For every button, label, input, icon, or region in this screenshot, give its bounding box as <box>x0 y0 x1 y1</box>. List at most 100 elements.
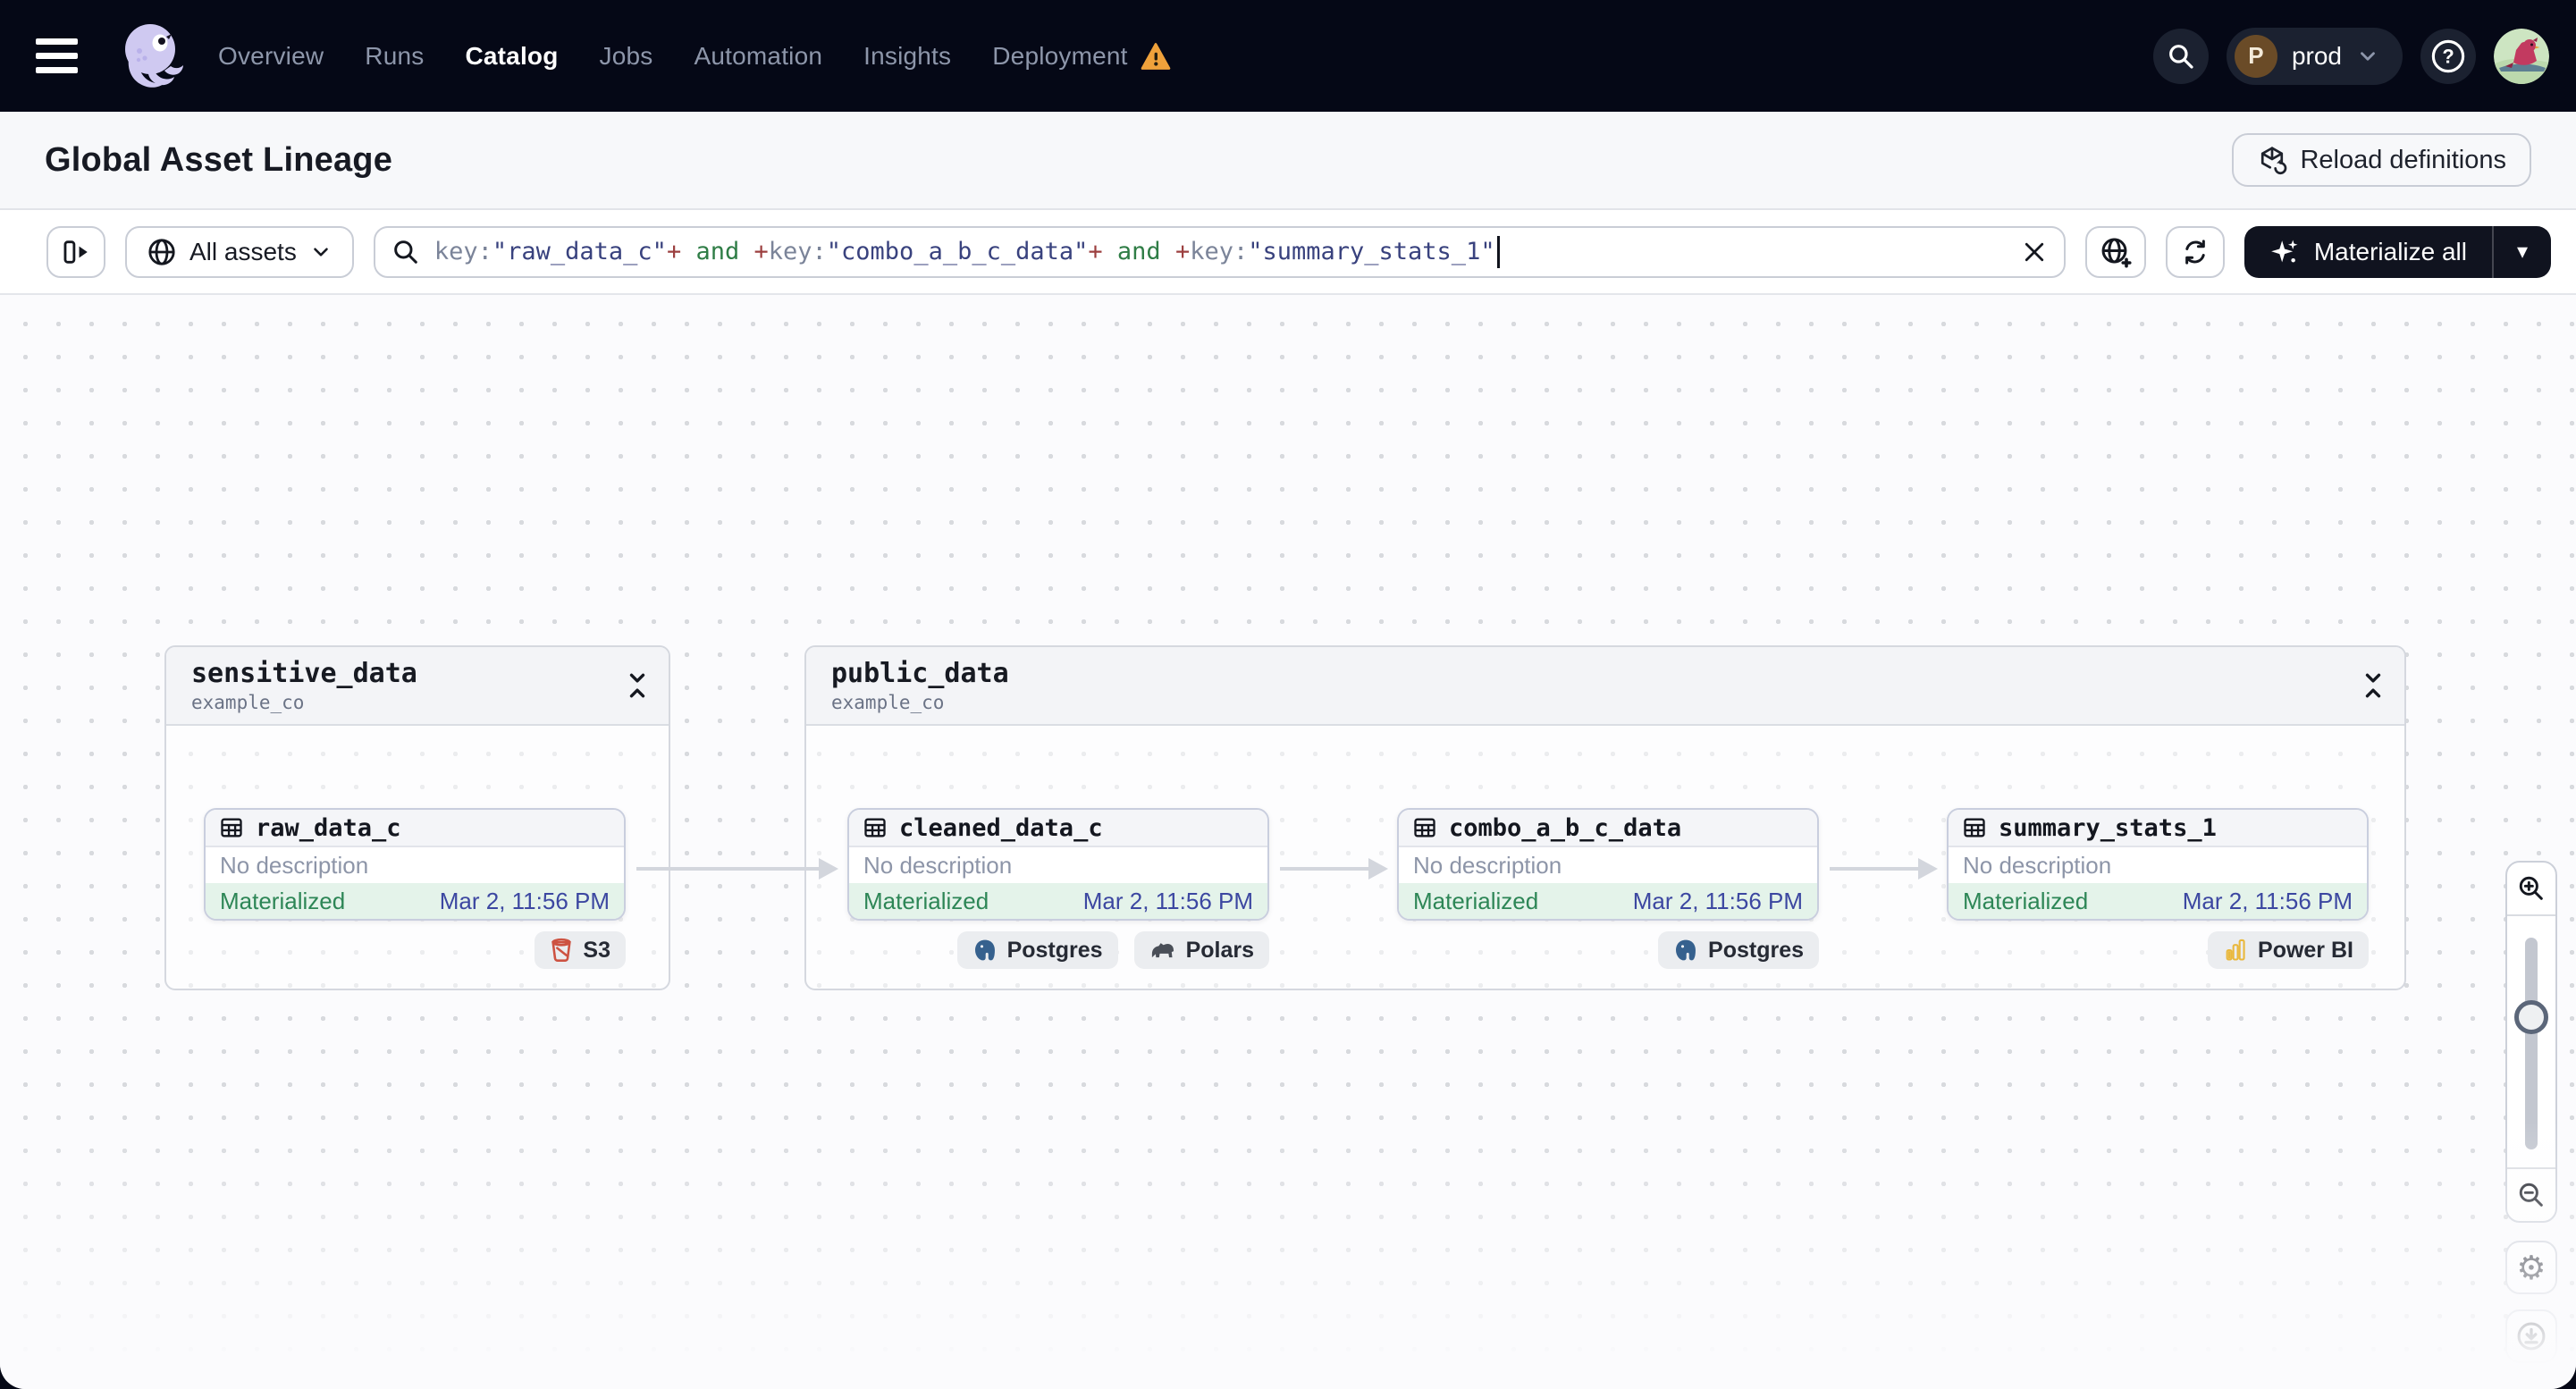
nav-item-automation[interactable]: Automation <box>695 42 823 71</box>
reload-definitions-button[interactable]: Reload definitions <box>2232 133 2531 187</box>
clear-query-button[interactable] <box>2021 239 2048 265</box>
asset-name: combo_a_b_c_data <box>1449 813 1682 842</box>
group-repo-label: example_co <box>831 692 945 713</box>
asset-name: cleaned_data_c <box>899 813 1103 842</box>
tag-label: Power BI <box>2258 937 2353 963</box>
lineage-edge <box>1280 858 1388 880</box>
query-token: + <box>666 238 682 265</box>
asset-scope-dropdown[interactable]: All assets <box>125 225 354 278</box>
query-token: + <box>753 238 769 265</box>
zoom-slider-handle[interactable] <box>2514 1000 2548 1034</box>
asset-node-combo-a-b-c-data[interactable]: combo_a_b_c_data No description Material… <box>1397 808 1819 921</box>
asset-node-header: summary_stats_1 <box>1949 810 2367 847</box>
group-header[interactable]: sensitive_data example_co <box>166 647 669 726</box>
table-icon <box>864 818 886 838</box>
asset-description: No description <box>1949 847 2367 883</box>
tag-postgres[interactable]: Postgres <box>956 931 1118 969</box>
text-cursor <box>1496 235 1500 268</box>
tag-label: Polars <box>1185 937 1254 963</box>
asset-scope-label: All assets <box>189 237 297 265</box>
zoom-in-button[interactable] <box>2507 863 2555 916</box>
zoom-slider-track[interactable] <box>2525 938 2538 1149</box>
download-image-button[interactable] <box>2505 1309 2557 1363</box>
tag-polars[interactable]: Polars <box>1133 931 1269 969</box>
gear-icon: ⚙ <box>2516 1248 2547 1287</box>
tag-label: Postgres <box>1708 937 1804 963</box>
materialization-timestamp[interactable]: Mar 2, 11:56 PM <box>1633 888 1803 915</box>
asset-selection-input[interactable]: key: "raw_data_c" + and + key: "combo_a_b_c_… <box>373 225 2066 278</box>
asset-status-row: Materialized Mar 2, 11:56 PM <box>206 883 624 919</box>
help-icon: ? <box>2431 39 2465 72</box>
query-token: key: <box>434 238 492 265</box>
page-title: Global Asset Lineage <box>45 140 393 179</box>
materialization-timestamp[interactable]: Mar 2, 11:56 PM <box>440 888 610 915</box>
asset-node-cleaned-data-c[interactable]: cleaned_data_c No description Materializ… <box>847 808 1269 921</box>
asset-tags-summary-stats-1: Power BI <box>1947 931 2369 969</box>
materialization-timestamp[interactable]: Mar 2, 11:56 PM <box>1083 888 1253 915</box>
download-icon <box>2517 1322 2546 1351</box>
zoom-out-button[interactable] <box>2507 1167 2555 1221</box>
materialize-all-button[interactable]: Materialize all <box>2244 226 2492 278</box>
environment-switcher[interactable]: P prod <box>2226 27 2403 85</box>
asset-name: raw_data_c <box>256 813 401 842</box>
nav-item-deployment[interactable]: Deployment <box>992 42 1170 71</box>
materialize-all-split-button: Materialize all ▾ <box>2243 225 2551 278</box>
asset-tags-combo-a-b-c-data: Postgres <box>1397 931 1819 969</box>
help-button[interactable]: ? <box>2420 28 2476 84</box>
globe-plus-icon <box>2101 238 2132 268</box>
page-header: Global Asset Lineage Reload definitions <box>0 112 2576 210</box>
nav-item-runs[interactable]: Runs <box>365 42 424 71</box>
asset-node-raw-data-c[interactable]: raw_data_c No description Materialized M… <box>204 808 626 921</box>
materialize-all-label: Materialize all <box>2313 237 2467 265</box>
lineage-edge <box>636 858 838 880</box>
asset-status-row: Materialized Mar 2, 11:56 PM <box>1399 883 1817 919</box>
user-avatar[interactable] <box>2494 28 2549 84</box>
asset-description: No description <box>1399 847 1817 883</box>
zoom-slider[interactable] <box>2507 916 2555 1167</box>
tag-power-bi[interactable]: Power BI <box>2208 931 2369 969</box>
materialization-timestamp[interactable]: Mar 2, 11:56 PM <box>2183 888 2353 915</box>
asset-node-header: raw_data_c <box>206 810 624 847</box>
reload-cube-icon <box>2261 147 2287 175</box>
nav-item-jobs[interactable]: Jobs <box>600 42 653 71</box>
tag-s3[interactable]: S3 <box>535 931 626 969</box>
refresh-icon <box>2185 239 2205 265</box>
nav-item-insights[interactable]: Insights <box>863 42 951 71</box>
reload-definitions-label: Reload definitions <box>2300 145 2506 174</box>
group-repo-label: example_co <box>191 692 305 713</box>
asset-status-row: Materialized Mar 2, 11:56 PM <box>849 883 1267 919</box>
svg-text:?: ? <box>2442 45 2454 67</box>
refresh-button[interactable] <box>2165 225 2225 278</box>
lineage-canvas[interactable]: sensitive_data example_co public_data ex… <box>0 295 2576 1389</box>
tag-postgres[interactable]: Postgres <box>1658 931 1819 969</box>
materialize-options-caret[interactable]: ▾ <box>2494 226 2551 278</box>
postgres-icon <box>974 939 995 961</box>
group-header[interactable]: public_data example_co <box>806 647 2404 726</box>
graph-settings-button[interactable]: ⚙ <box>2505 1241 2557 1294</box>
asset-tags-raw-data-c: S3 <box>204 931 626 969</box>
lineage-toolbar: All assets key: "raw_data_c" + and + key: "c… <box>0 210 2576 295</box>
top-nav: Overview Runs Catalog Jobs Automation In… <box>0 0 2576 112</box>
asset-description: No description <box>849 847 1267 883</box>
asset-node-summary-stats-1[interactable]: summary_stats_1 No description Materiali… <box>1947 808 2369 921</box>
hamburger-menu-icon[interactable] <box>36 28 93 85</box>
collapse-group-icon[interactable] <box>2361 670 2385 705</box>
nav-item-overview[interactable]: Overview <box>218 42 324 71</box>
collapse-group-icon[interactable] <box>626 670 649 705</box>
query-token: "raw_data_c" <box>492 238 667 265</box>
environment-label: prod <box>2291 41 2342 70</box>
nav-links: Overview Runs Catalog Jobs Automation In… <box>218 42 1171 71</box>
nav-item-catalog[interactable]: Catalog <box>465 42 558 71</box>
open-sidebar-panel-button[interactable] <box>46 225 105 278</box>
panel-expand-icon <box>63 240 88 264</box>
search-icon <box>2169 44 2193 69</box>
view-graph-scope-button[interactable] <box>2084 225 2146 278</box>
global-search-button[interactable] <box>2152 28 2209 84</box>
query-token: + <box>1174 238 1191 265</box>
search-icon <box>394 240 417 264</box>
asset-name: summary_stats_1 <box>1999 813 2217 842</box>
table-icon <box>221 818 242 838</box>
group-title: public_data <box>831 658 1009 689</box>
asset-node-header: combo_a_b_c_data <box>1399 810 1817 847</box>
dagster-octopus-logo[interactable] <box>113 15 189 97</box>
